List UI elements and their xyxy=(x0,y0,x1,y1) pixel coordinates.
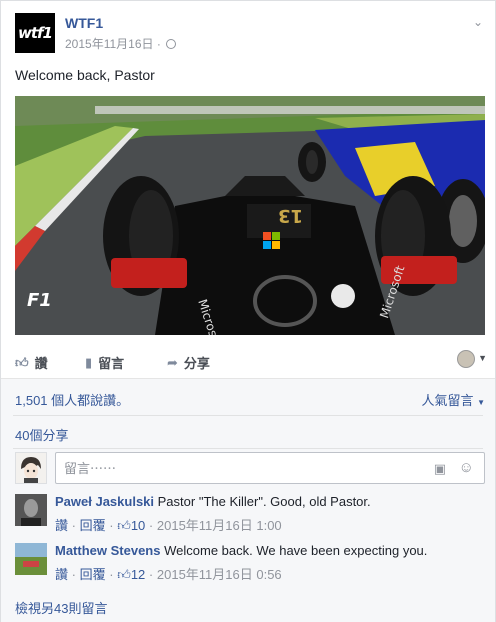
commenter-avatar[interactable] xyxy=(15,543,47,575)
post-text: Welcome back, Pastor xyxy=(15,67,155,83)
comment-like-count[interactable]: 👍︎10 xyxy=(117,518,145,533)
divider xyxy=(13,415,483,416)
speech-bubble-icon: ▮ xyxy=(85,354,93,370)
post-image[interactable]: 13 Microsoft Microsoft F1 xyxy=(15,96,485,335)
comment-like-link[interactable]: 讚 xyxy=(55,518,68,533)
thumbs-up-icon: 👍︎ xyxy=(117,518,131,533)
like-label: 讚 xyxy=(34,356,48,371)
share-count-link[interactable]: 40個分享 xyxy=(15,425,68,444)
comment-button[interactable]: ▮ 留言 xyxy=(85,353,124,372)
share-label: 分享 xyxy=(183,356,210,371)
feedback-section: 1,501 個人都說讚。 人氣留言 ▼ 40個分享 ▣ ☺ xyxy=(1,379,495,622)
caret-down-icon[interactable]: ▼ xyxy=(478,353,487,363)
meta-separator: · xyxy=(109,518,114,533)
comment-like-count[interactable]: 👍︎12 xyxy=(117,567,145,582)
caret-down-icon: ▼ xyxy=(477,398,485,407)
thumbs-up-icon: 👍︎ xyxy=(15,354,29,370)
comment-composer[interactable]: ▣ ☺ xyxy=(55,452,485,484)
onboard-race-photo: 13 Microsoft Microsoft F1 xyxy=(15,96,485,335)
view-more-comments-link[interactable]: 檢視另43則留言 xyxy=(15,598,107,617)
commenter-avatar[interactable] xyxy=(15,494,47,526)
comment-like-link[interactable]: 讚 xyxy=(55,567,68,582)
f1-logo: F1 xyxy=(27,290,52,311)
anime-avatar-image xyxy=(16,453,46,483)
like-count-link[interactable]: 1,501 個人都說讚。 xyxy=(15,390,129,409)
comment-text: Welcome back. We have been expecting you… xyxy=(164,543,428,558)
meta-separator: · xyxy=(148,518,154,533)
comment-body: Matthew Stevens Welcome back. We have be… xyxy=(55,543,427,558)
comment-sort-dropdown[interactable]: 人氣留言 ▼ xyxy=(421,390,485,409)
meta-separator: · xyxy=(71,518,76,533)
share-button[interactable]: ➦ 分享 xyxy=(167,353,210,372)
post-date[interactable]: 2015年11月16日 xyxy=(65,37,154,51)
thumbs-up-icon: 👍︎ xyxy=(117,567,131,582)
meta-separator: · xyxy=(109,567,114,582)
reaction-count: 12 xyxy=(130,567,146,582)
camera-icon[interactable]: ▣ xyxy=(434,461,446,477)
profile-photo xyxy=(15,543,47,575)
comment-time[interactable]: 2015年11月16日 0:56 xyxy=(157,567,282,582)
comment-label: 留言 xyxy=(98,356,125,371)
chevron-down-icon[interactable]: ⌄ xyxy=(473,15,483,29)
meta-separator: · xyxy=(148,567,154,582)
comment-item: Paweł Jaskulski Pastor "The Killer". Goo… xyxy=(15,494,485,538)
reaction-count: 10 xyxy=(130,518,146,533)
comment-body: Paweł Jaskulski Pastor "The Killer". Goo… xyxy=(55,494,371,509)
post-card: wtf1 WTF1 2015年11月16日 · ⌄ Welcome back, … xyxy=(0,0,496,622)
comment-author[interactable]: Paweł Jaskulski xyxy=(55,494,154,509)
post-timestamp[interactable]: 2015年11月16日 · xyxy=(65,35,177,52)
comment-meta: 讚 · 回覆 · 👍︎10 · 2015年11月16日 1:00 xyxy=(55,515,282,534)
post-header: wtf1 WTF1 2015年11月16日 · ⌄ xyxy=(15,13,485,57)
meta-separator: · xyxy=(156,37,161,51)
page-avatar[interactable]: wtf1 xyxy=(15,13,55,53)
divider xyxy=(13,448,483,449)
current-user-avatar xyxy=(15,452,47,484)
actor-avatar[interactable] xyxy=(457,350,475,368)
globe-icon xyxy=(166,39,177,49)
profile-photo xyxy=(15,494,47,526)
action-bar: 👍︎ 讚 ▮ 留言 ➦ 分享 ▼ xyxy=(1,341,495,379)
car-number: 13 xyxy=(278,205,303,226)
comment-reply-link[interactable]: 回覆 xyxy=(80,518,106,533)
comment-reply-link[interactable]: 回覆 xyxy=(80,567,106,582)
share-arrow-icon: ➦ xyxy=(167,354,178,370)
comment-input[interactable] xyxy=(64,459,404,477)
like-button[interactable]: 👍︎ 讚 xyxy=(15,353,48,372)
comment-item: Matthew Stevens Welcome back. We have be… xyxy=(15,543,485,587)
sort-label: 人氣留言 xyxy=(421,393,474,408)
comment-text: Pastor "The Killer". Good, old Pastor. xyxy=(157,494,371,509)
comment-author[interactable]: Matthew Stevens xyxy=(55,543,160,558)
meta-separator: · xyxy=(71,567,76,582)
comment-time[interactable]: 2015年11月16日 1:00 xyxy=(157,518,282,533)
page-name-link[interactable]: WTF1 xyxy=(65,15,103,31)
emoji-icon[interactable]: ☺ xyxy=(459,459,474,476)
comment-meta: 讚 · 回覆 · 👍︎12 · 2015年11月16日 0:56 xyxy=(55,564,282,583)
page-avatar-logo: wtf1 xyxy=(18,24,53,42)
